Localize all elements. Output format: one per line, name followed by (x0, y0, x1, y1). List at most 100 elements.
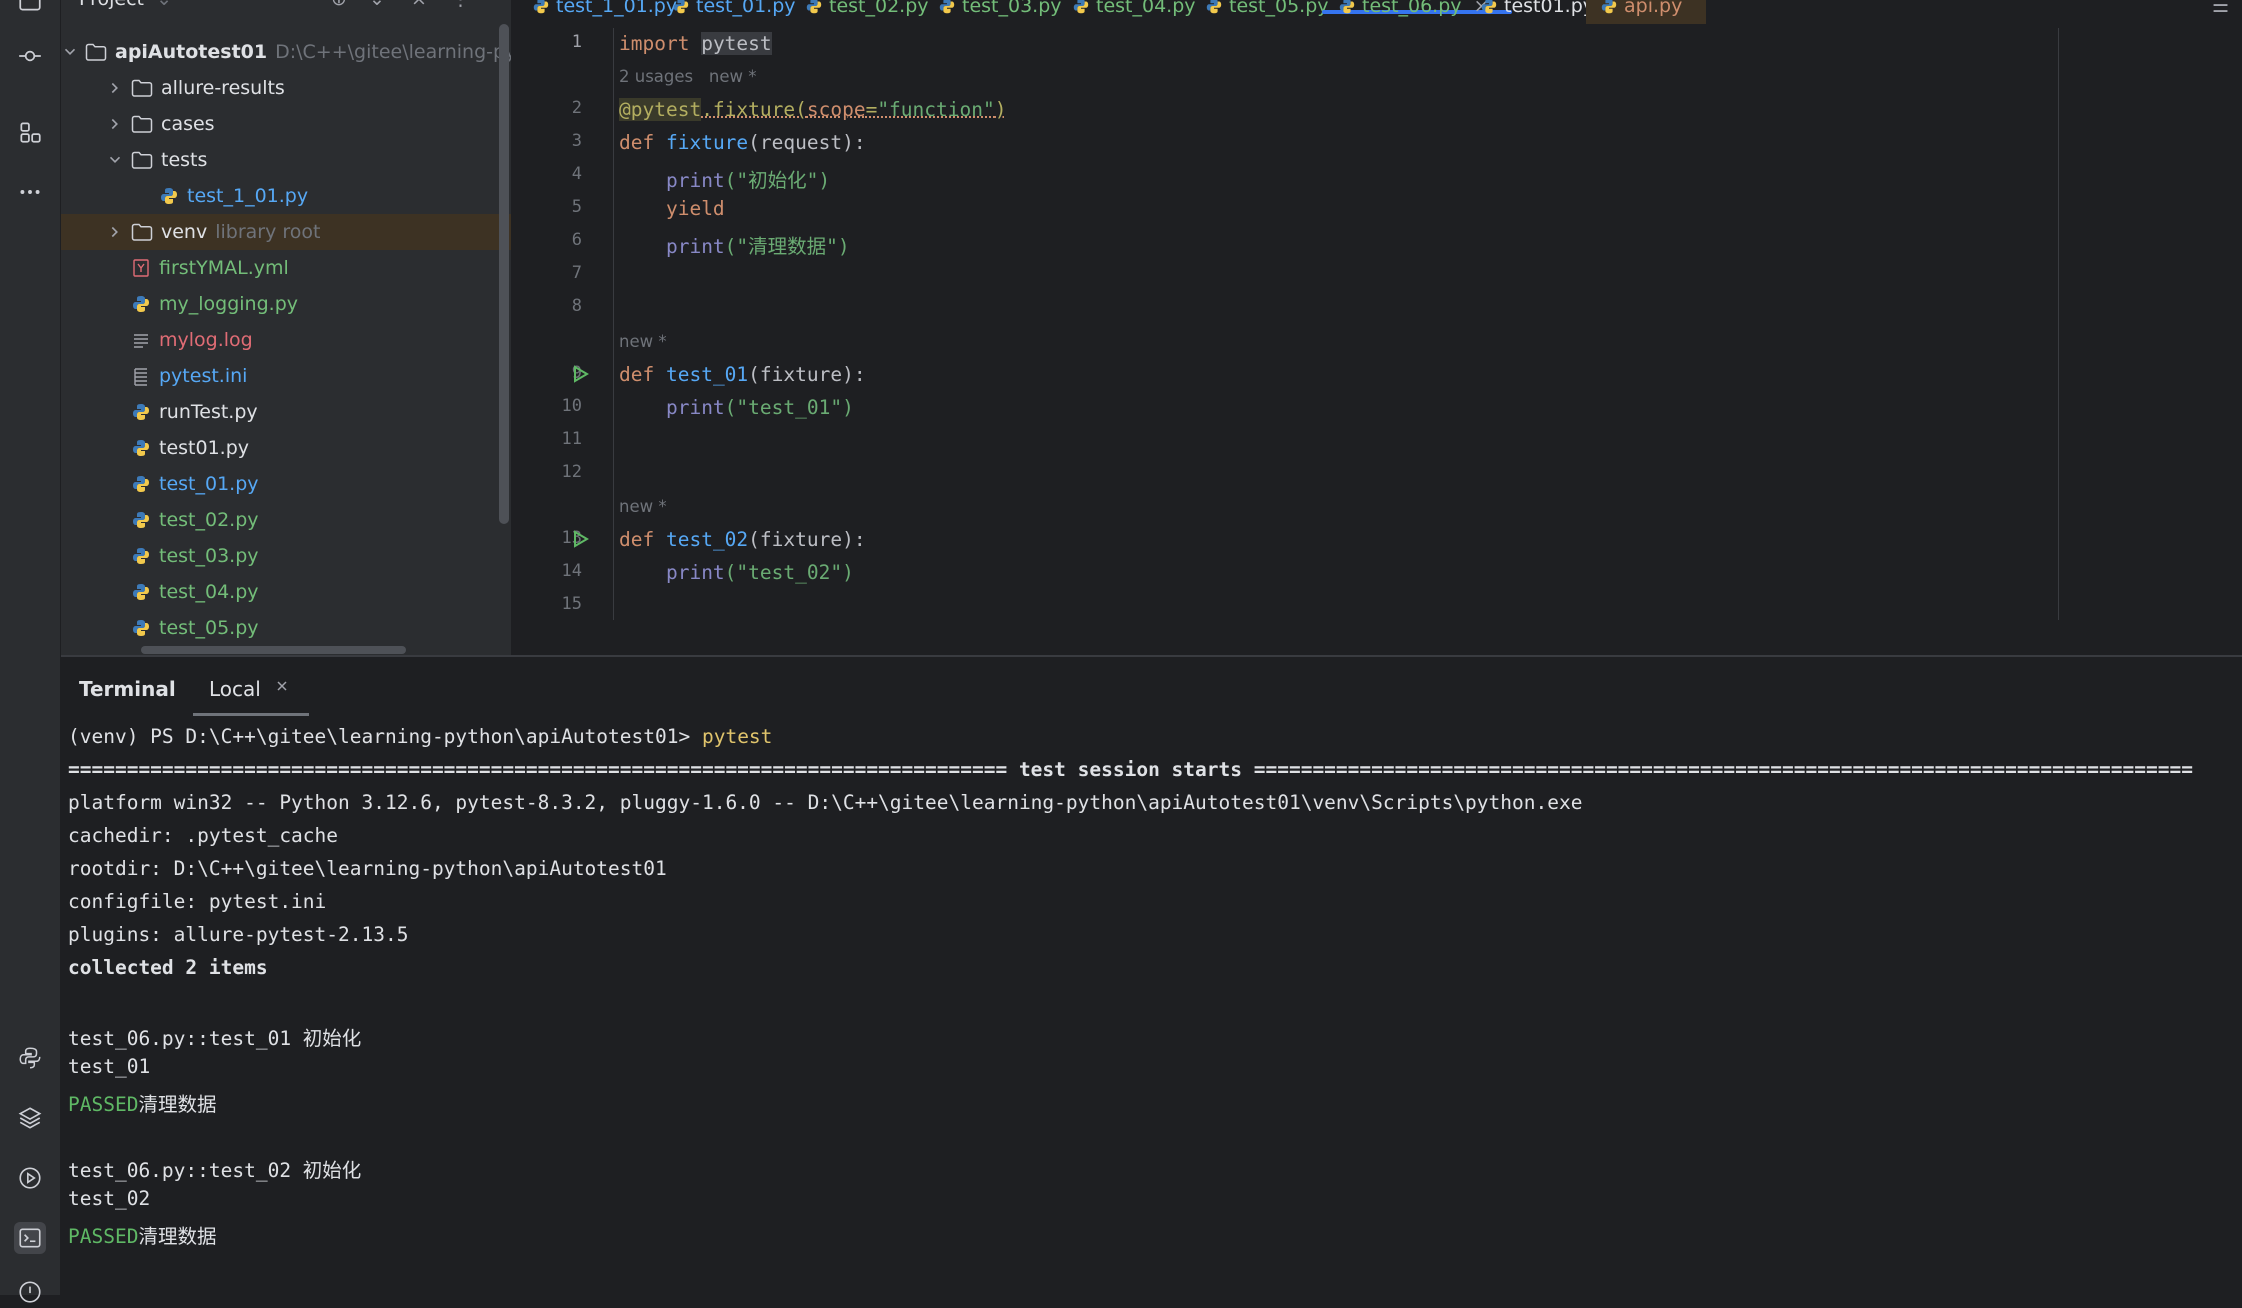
tree-item[interactable]: runTest.py (61, 394, 511, 430)
locate-icon[interactable]: ⊕ (331, 0, 347, 10)
python-file-icon (805, 0, 823, 15)
platform-line: platform win32 -- Python 3.12.6, pytest-… (68, 791, 1583, 814)
inlay-hint-new[interactable]: new * (619, 332, 667, 351)
yaml-file-icon (131, 258, 151, 278)
tree-item[interactable]: allure-results (61, 70, 511, 106)
tree-item-label: allure-results (161, 77, 285, 99)
code-line-4[interactable]: print("初始化") (619, 164, 830, 193)
tree-item[interactable]: mylog.log (61, 322, 511, 358)
editor-tab[interactable]: test01.py (1480, 0, 1594, 24)
code-line-2[interactable]: @pytest.fixture(scope="function") (619, 98, 1006, 121)
tree-item[interactable]: my_logging.py (61, 286, 511, 322)
more-tools-icon[interactable] (14, 176, 46, 208)
line-number: 8 (571, 296, 582, 316)
function-name: fixture (665, 131, 749, 154)
tree-item[interactable]: firstYMAL.yml (61, 250, 511, 286)
tree-item-label: test_05.py (159, 617, 259, 639)
project-vertical-scrollbar[interactable] (499, 24, 509, 524)
terminal-tab-local[interactable]: Local (209, 677, 261, 701)
editor-tab[interactable]: test_04.py (1072, 0, 1196, 24)
tree-item[interactable]: tests (61, 142, 511, 178)
problems-icon[interactable] (14, 1276, 46, 1308)
tree-item[interactable]: apiAutotest01 D:\C++\gitee\learning-py (61, 34, 511, 70)
code-line-6[interactable]: print("清理数据") (619, 230, 850, 259)
tree-item-label: test01.py (159, 437, 250, 459)
inlay-hint-new[interactable]: new * (619, 497, 667, 516)
terminal-panel[interactable]: Terminal Local (venv) PS D:\C++\gitee\le… (61, 657, 2242, 1295)
line-number: 6 (571, 230, 582, 250)
project-tool-icon[interactable] (14, 0, 46, 18)
python-file-icon (1205, 0, 1223, 15)
tree-item[interactable]: test_05.py (61, 610, 511, 646)
folder-icon (85, 43, 115, 61)
cleanup-output: 清理数据 (138, 1225, 217, 1248)
python-console-icon[interactable] (14, 1042, 46, 1074)
tree-item[interactable]: cases (61, 106, 511, 142)
run-test-icon[interactable] (569, 528, 591, 550)
chevron-right-icon[interactable] (105, 222, 125, 242)
terminal-tool-icon[interactable] (14, 1222, 46, 1254)
chevron-down-icon[interactable] (61, 42, 79, 62)
editor-tab[interactable]: test_03.py (938, 0, 1062, 24)
layers-icon[interactable] (14, 1102, 46, 1134)
code-line-14[interactable]: print("test_02") (619, 561, 854, 584)
chevron-down-icon[interactable]: ⌄ (156, 0, 172, 10)
code-line-3[interactable]: def fixture(request): (619, 131, 866, 154)
tree-item-label: my_logging.py (159, 293, 299, 315)
passed-status: PASSED (68, 1093, 139, 1116)
services-icon[interactable] (14, 1162, 46, 1194)
editor-tab[interactable]: test_05.py (1205, 0, 1329, 24)
code-line-13[interactable]: def test_02(fixture): (619, 528, 866, 551)
builtin-print: print (665, 169, 725, 192)
collected-line: collected 2 items (68, 956, 268, 979)
code-line-1[interactable]: import pytest (619, 32, 772, 55)
right-margin-guide (2058, 28, 2059, 620)
tabs-menu-icon[interactable]: ☰ (2212, 0, 2229, 24)
tree-item[interactable]: venv library root (61, 214, 511, 250)
options-icon[interactable]: ⋮ (451, 0, 470, 10)
close-icon[interactable] (275, 679, 289, 693)
python-file-icon (672, 0, 690, 15)
code-line-9[interactable]: def test_01(fixture): (619, 363, 866, 386)
close-paren: ) (994, 98, 1007, 121)
tree-item[interactable]: test_03.py (61, 538, 511, 574)
tree-item[interactable]: test01.py (61, 430, 511, 466)
editor-tab-label: test_05.py (1229, 0, 1329, 17)
editor-tab[interactable]: test_06.py × (1338, 0, 1489, 24)
line-number: 2 (571, 98, 582, 118)
editor-tab[interactable]: test_1_01.py (532, 0, 677, 24)
tree-item[interactable]: test_02.py (61, 502, 511, 538)
tree-item[interactable]: test_1_01.py (61, 178, 511, 214)
passed-status: PASSED (68, 1225, 139, 1248)
structure-icon[interactable] (14, 116, 46, 148)
close-icon[interactable]: × (411, 0, 427, 10)
python-file-icon (1072, 0, 1090, 15)
function-args: (fixture): (748, 528, 866, 551)
code-editor[interactable]: test_1_01.py test_01.py test_02.py test_03.… (512, 0, 2242, 620)
tree-item-label: pytest.ini (159, 365, 248, 387)
tree-item-label: apiAutotest01 (115, 41, 268, 63)
editor-tab-label: test_1_01.py (556, 0, 678, 17)
editor-tab[interactable]: api.py (1586, 0, 1707, 24)
tree-item[interactable]: test_04.py (61, 574, 511, 610)
chevron-down-icon[interactable] (105, 150, 125, 170)
expand-icon[interactable]: ⌄ (369, 0, 385, 10)
editor-tab[interactable]: test_01.py (672, 0, 796, 24)
inlay-hint-usages[interactable]: 2 usages new * (619, 67, 757, 86)
python-file-icon (938, 0, 956, 15)
chevron-right-icon[interactable] (105, 114, 125, 134)
python-file-icon (1480, 0, 1498, 15)
project-panel-header[interactable]: Project ⌄ ⊕ ⌄ × ⋮ (79, 0, 470, 12)
project-horizontal-scrollbar[interactable] (141, 646, 406, 654)
tree-item[interactable]: pytest.ini (61, 358, 511, 394)
commit-icon[interactable] (14, 40, 46, 72)
chevron-right-icon[interactable] (105, 78, 125, 98)
run-test-icon[interactable] (569, 363, 591, 385)
python-file-icon (131, 546, 151, 566)
module-name: pytest (701, 32, 772, 55)
code-line-10[interactable]: print("test_01") (619, 396, 854, 419)
tree-item[interactable]: test_01.py (61, 466, 511, 502)
code-line-5[interactable]: yield (619, 197, 725, 220)
editor-tab[interactable]: test_02.py (805, 0, 929, 24)
